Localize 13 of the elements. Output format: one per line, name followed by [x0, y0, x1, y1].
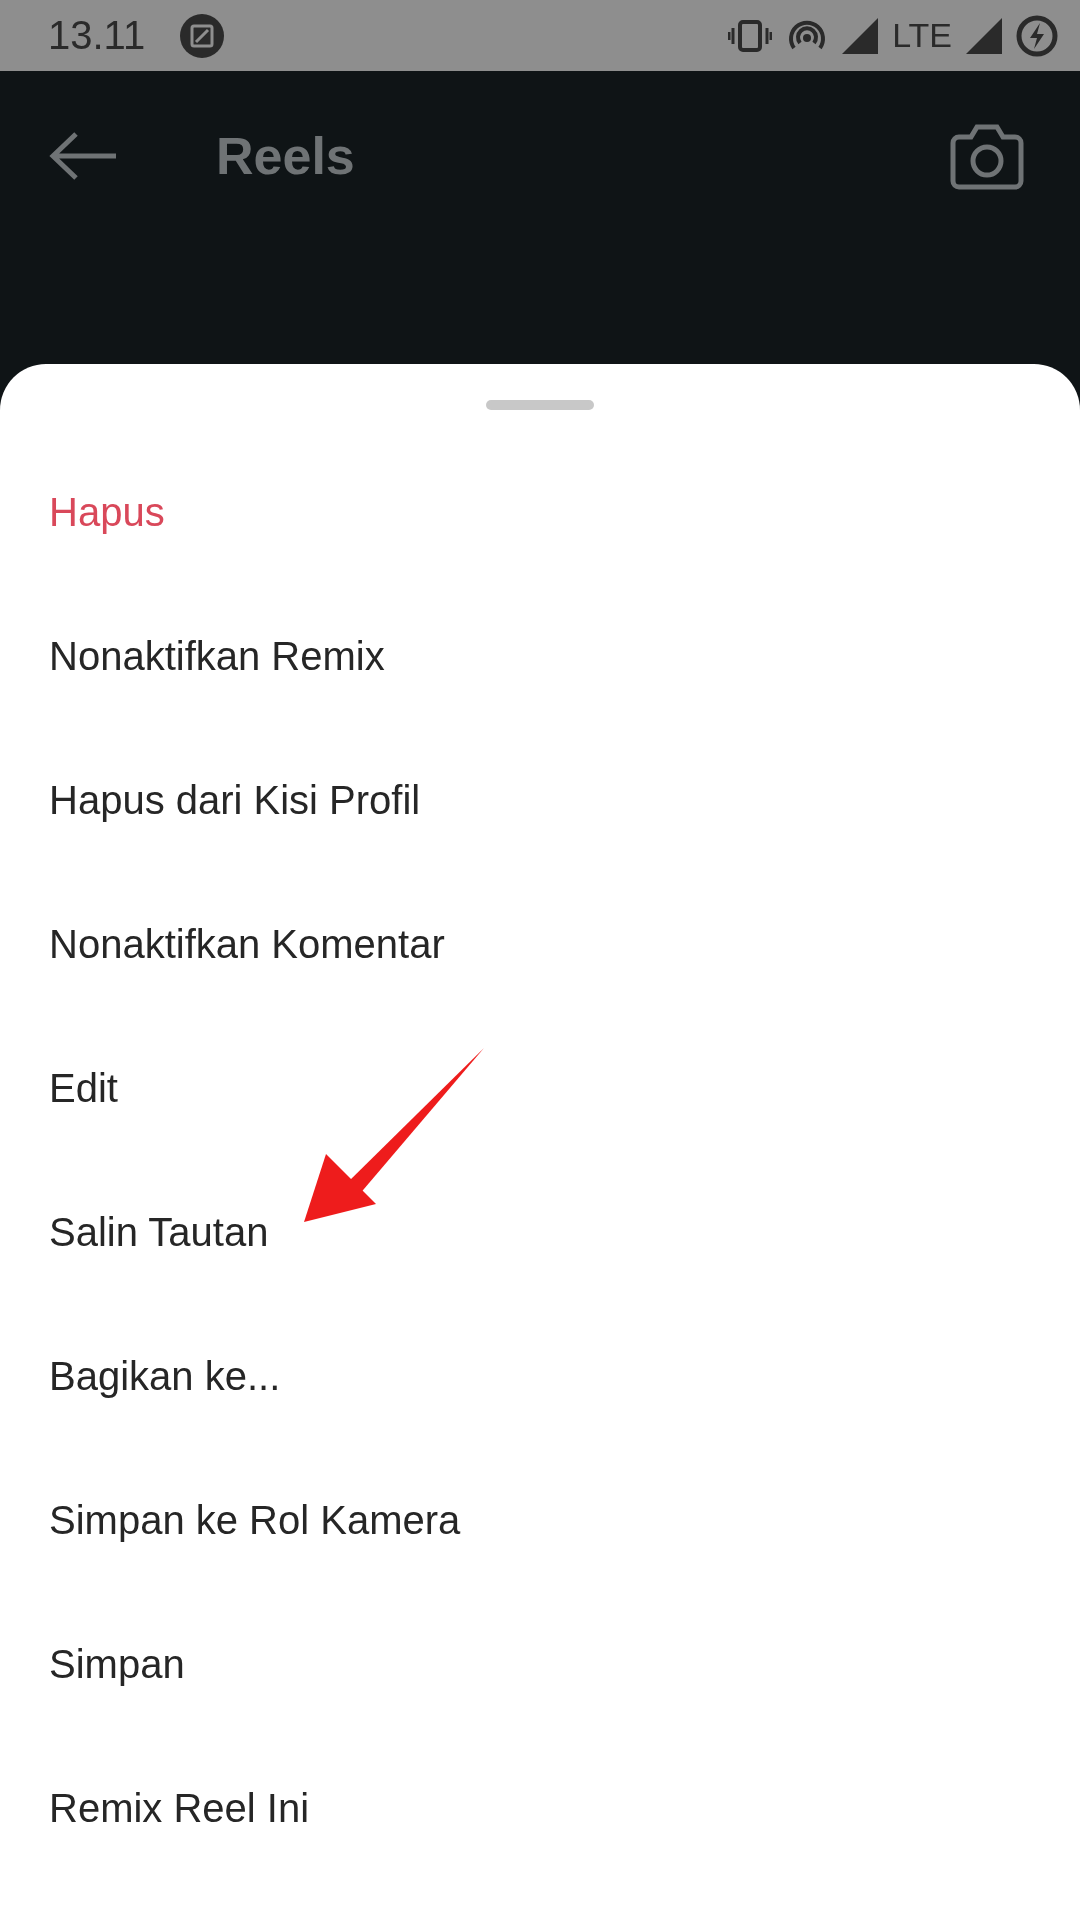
menu-item[interactable]: Simpan ke Rol Kamera	[0, 1448, 1080, 1592]
menu-item[interactable]: Remix Reel Ini	[0, 1736, 1080, 1880]
menu-item[interactable]: Hapus dari Kisi Profil	[0, 728, 1080, 872]
screen-title: Reels	[216, 126, 355, 186]
lte-label: LTE	[892, 16, 952, 55]
menu-item[interactable]: Simpan	[0, 1592, 1080, 1736]
menu-item[interactable]: Nonaktifkan Komentar	[0, 872, 1080, 1016]
menu-item[interactable]: Edit	[0, 1016, 1080, 1160]
menu-item[interactable]: Hapus	[0, 440, 1080, 584]
menu-item[interactable]: Bagikan ke...	[0, 1304, 1080, 1448]
status-time: 13.11	[48, 13, 146, 58]
menu-item[interactable]: Salin Tautan	[0, 1160, 1080, 1304]
menu-item[interactable]: Nonaktifkan Remix	[0, 584, 1080, 728]
